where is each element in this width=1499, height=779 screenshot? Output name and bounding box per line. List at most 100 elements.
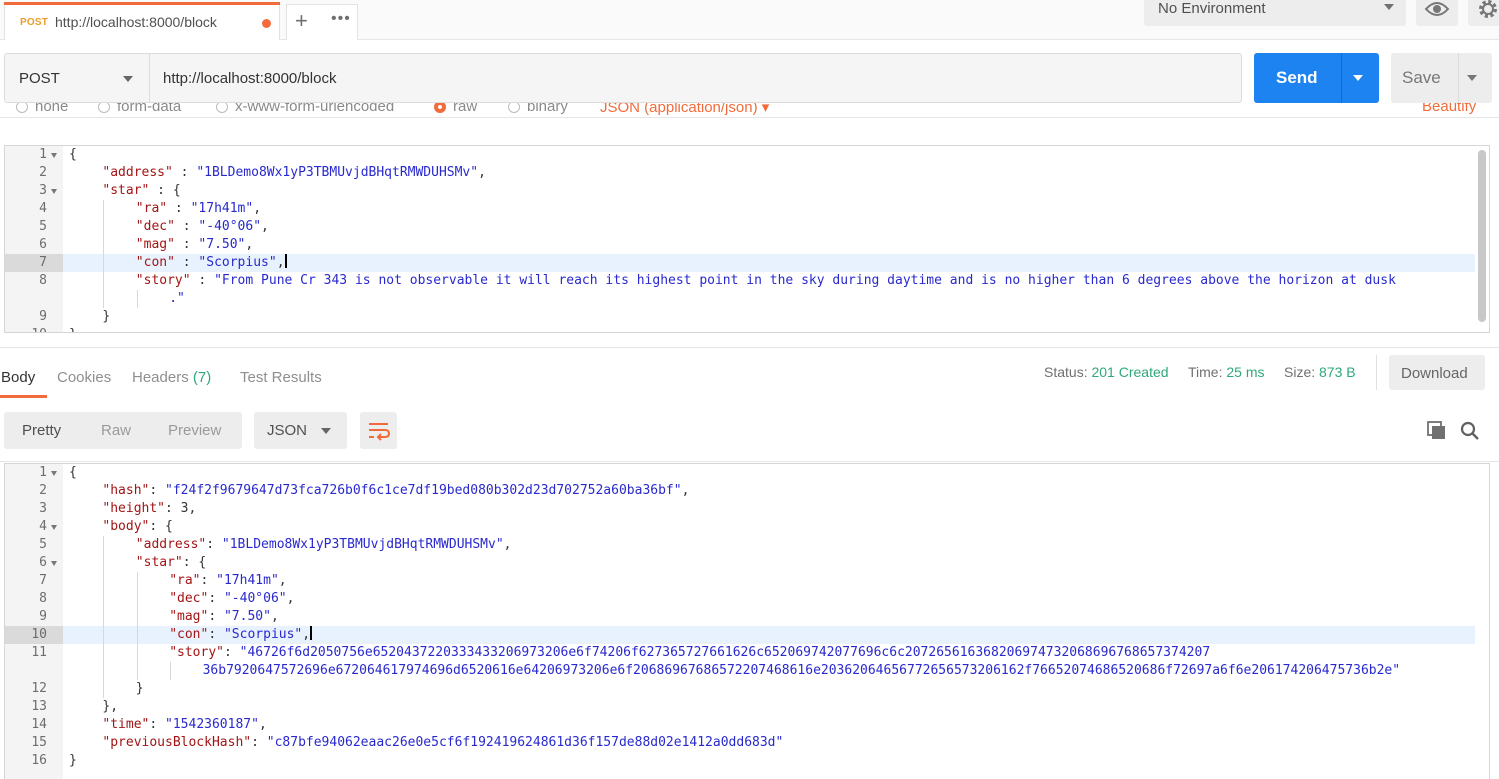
- content-type-select[interactable]: JSON (application/json) ▾: [600, 103, 769, 116]
- code-line: 5 "dec" : "-40°06",: [5, 218, 1489, 236]
- line-number: 9: [39, 609, 47, 624]
- code-line: 16}: [5, 752, 1489, 770]
- fold-toggle-icon[interactable]: [51, 471, 57, 476]
- environment-select[interactable]: No Environment: [1144, 0, 1406, 26]
- size-readout: Size: 873 B: [1284, 364, 1356, 380]
- fold-toggle-icon[interactable]: [51, 561, 57, 566]
- indent-guide: [103, 680, 105, 698]
- json-punctuation: : {: [182, 555, 207, 570]
- code-text: "ra": "17h41m",: [169, 572, 286, 590]
- body-type-none[interactable]: none: [16, 103, 68, 115]
- response-format-select[interactable]: JSON: [254, 412, 347, 449]
- environment-quick-look-button[interactable]: [1416, 0, 1458, 26]
- code-line: .": [5, 290, 1489, 308]
- json-key: "time": [102, 717, 150, 732]
- unsaved-dot-icon[interactable]: [262, 19, 271, 28]
- json-punctuation: }: [69, 753, 77, 768]
- request-body-editor[interactable]: 1{2 "address" : "1BLDemo8Wx1yP3TBMUvjdBHq…: [4, 145, 1490, 333]
- json-punctuation: {: [69, 147, 77, 162]
- code-text: .": [169, 290, 185, 308]
- json-punctuation: ,: [478, 165, 486, 180]
- fold-toggle-icon[interactable]: [51, 189, 57, 194]
- line-number: 8: [39, 273, 47, 288]
- send-button[interactable]: Send: [1254, 53, 1379, 103]
- response-body-viewer[interactable]: 1{2 "hash": "f24f2f9679647d73fca726b0f6c1…: [4, 463, 1490, 779]
- settings-button[interactable]: [1468, 0, 1499, 26]
- json-punctuation: ,: [253, 201, 262, 216]
- body-type-urlencoded[interactable]: x-www-form-urlencoded: [216, 103, 394, 115]
- json-key: "address": [102, 165, 173, 180]
- json-punctuation: : {: [149, 519, 173, 534]
- json-string: "1BLDemo8Wx1yP3TBMUvjdBHqtRMWDUHSMv": [196, 165, 479, 180]
- size-value: 873 B: [1319, 364, 1356, 380]
- code-line: 8 "story" : "From Pune Cr 343 is not obse…: [5, 272, 1489, 290]
- code-line: 4 "ra" : "17h41m",: [5, 200, 1489, 218]
- save-options-chevron-icon[interactable]: [1467, 75, 1477, 81]
- tab-title: http://localhost:8000/block: [55, 14, 217, 30]
- url-input[interactable]: [150, 53, 1242, 103]
- json-key: "dec": [135, 219, 175, 234]
- divider: [0, 117, 1499, 118]
- copy-icon[interactable]: [1426, 420, 1448, 442]
- fold-toggle-icon[interactable]: [51, 525, 57, 530]
- line-number: 9: [39, 309, 47, 324]
- body-type-binary[interactable]: binary: [508, 103, 568, 115]
- body-type-form-data[interactable]: form-data: [98, 103, 181, 115]
- json-key: "story": [169, 645, 224, 660]
- code-line: 14 "time": "1542360187",: [5, 716, 1489, 734]
- json-punctuation: :: [251, 735, 267, 750]
- line-number: 14: [31, 717, 47, 732]
- code-text: "con" : "Scorpius",: [136, 254, 287, 272]
- request-tab[interactable]: POST http://localhost:8000/block: [4, 2, 280, 40]
- view-preview[interactable]: Preview: [168, 422, 221, 439]
- code-text: "body": {: [102, 518, 172, 536]
- search-icon[interactable]: [1459, 420, 1481, 442]
- json-punctuation: :: [172, 165, 197, 180]
- download-button[interactable]: Download: [1389, 355, 1485, 390]
- tab-body[interactable]: Body: [1, 369, 35, 386]
- json-key: "mag": [135, 237, 175, 252]
- indent-guide: [136, 608, 138, 626]
- indent-guide: [136, 626, 138, 644]
- json-string: "-40°06": [198, 219, 262, 234]
- json-punctuation: :: [174, 219, 199, 234]
- code-line: 1{: [5, 464, 1489, 482]
- code-text: }: [69, 752, 77, 770]
- json-punctuation: }: [102, 309, 111, 324]
- plus-icon[interactable]: +: [295, 8, 308, 34]
- json-punctuation: ,: [503, 537, 512, 552]
- json-punctuation: ,: [270, 609, 279, 624]
- divider: [0, 461, 1499, 462]
- more-icon[interactable]: •••: [331, 10, 351, 28]
- view-raw[interactable]: Raw: [101, 422, 131, 439]
- method-select[interactable]: POST: [4, 53, 150, 103]
- code-line: 5 "address": "1BLDemo8Wx1yP3TBMUvjdBHqtRM…: [5, 536, 1489, 554]
- code-text: "hash": "f24f2f9679647d73fca726b0f6c1ce7…: [102, 482, 689, 500]
- body-type-raw[interactable]: raw: [434, 103, 477, 115]
- fold-toggle-icon[interactable]: [51, 153, 57, 158]
- send-options-chevron-icon[interactable]: [1353, 75, 1363, 81]
- indent-guide: [103, 608, 105, 626]
- tab-test-results[interactable]: Test Results: [240, 369, 322, 386]
- beautify-link[interactable]: Beautify: [1422, 103, 1476, 115]
- json-punctuation: :: [167, 201, 191, 216]
- code-text: "mag" : "7.50",: [136, 236, 253, 254]
- indent-guide: [103, 290, 105, 308]
- json-string: .": [169, 291, 185, 306]
- radio-icon: [216, 103, 228, 114]
- save-button[interactable]: Save: [1391, 53, 1492, 103]
- json-punctuation: :: [149, 717, 166, 732]
- json-punctuation: :: [208, 609, 224, 624]
- json-key: "con": [169, 627, 209, 642]
- view-pretty[interactable]: Pretty: [22, 422, 61, 439]
- code-line: 15 "previousBlockHash": "c87bfe94062eaac2…: [5, 734, 1489, 752]
- send-label: Send: [1276, 68, 1318, 87]
- json-key: "dec": [169, 591, 209, 606]
- json-key: "ra": [169, 573, 201, 588]
- wrap-lines-button[interactable]: [360, 412, 397, 449]
- code-line: 10 "con": "Scorpius",: [5, 626, 1489, 644]
- tab-headers[interactable]: Headers (7): [132, 369, 211, 386]
- tab-cookies[interactable]: Cookies: [57, 369, 111, 386]
- code-line: 2 "hash": "f24f2f9679647d73fca726b0f6c1ce…: [5, 482, 1489, 500]
- json-key: "ra": [135, 201, 168, 216]
